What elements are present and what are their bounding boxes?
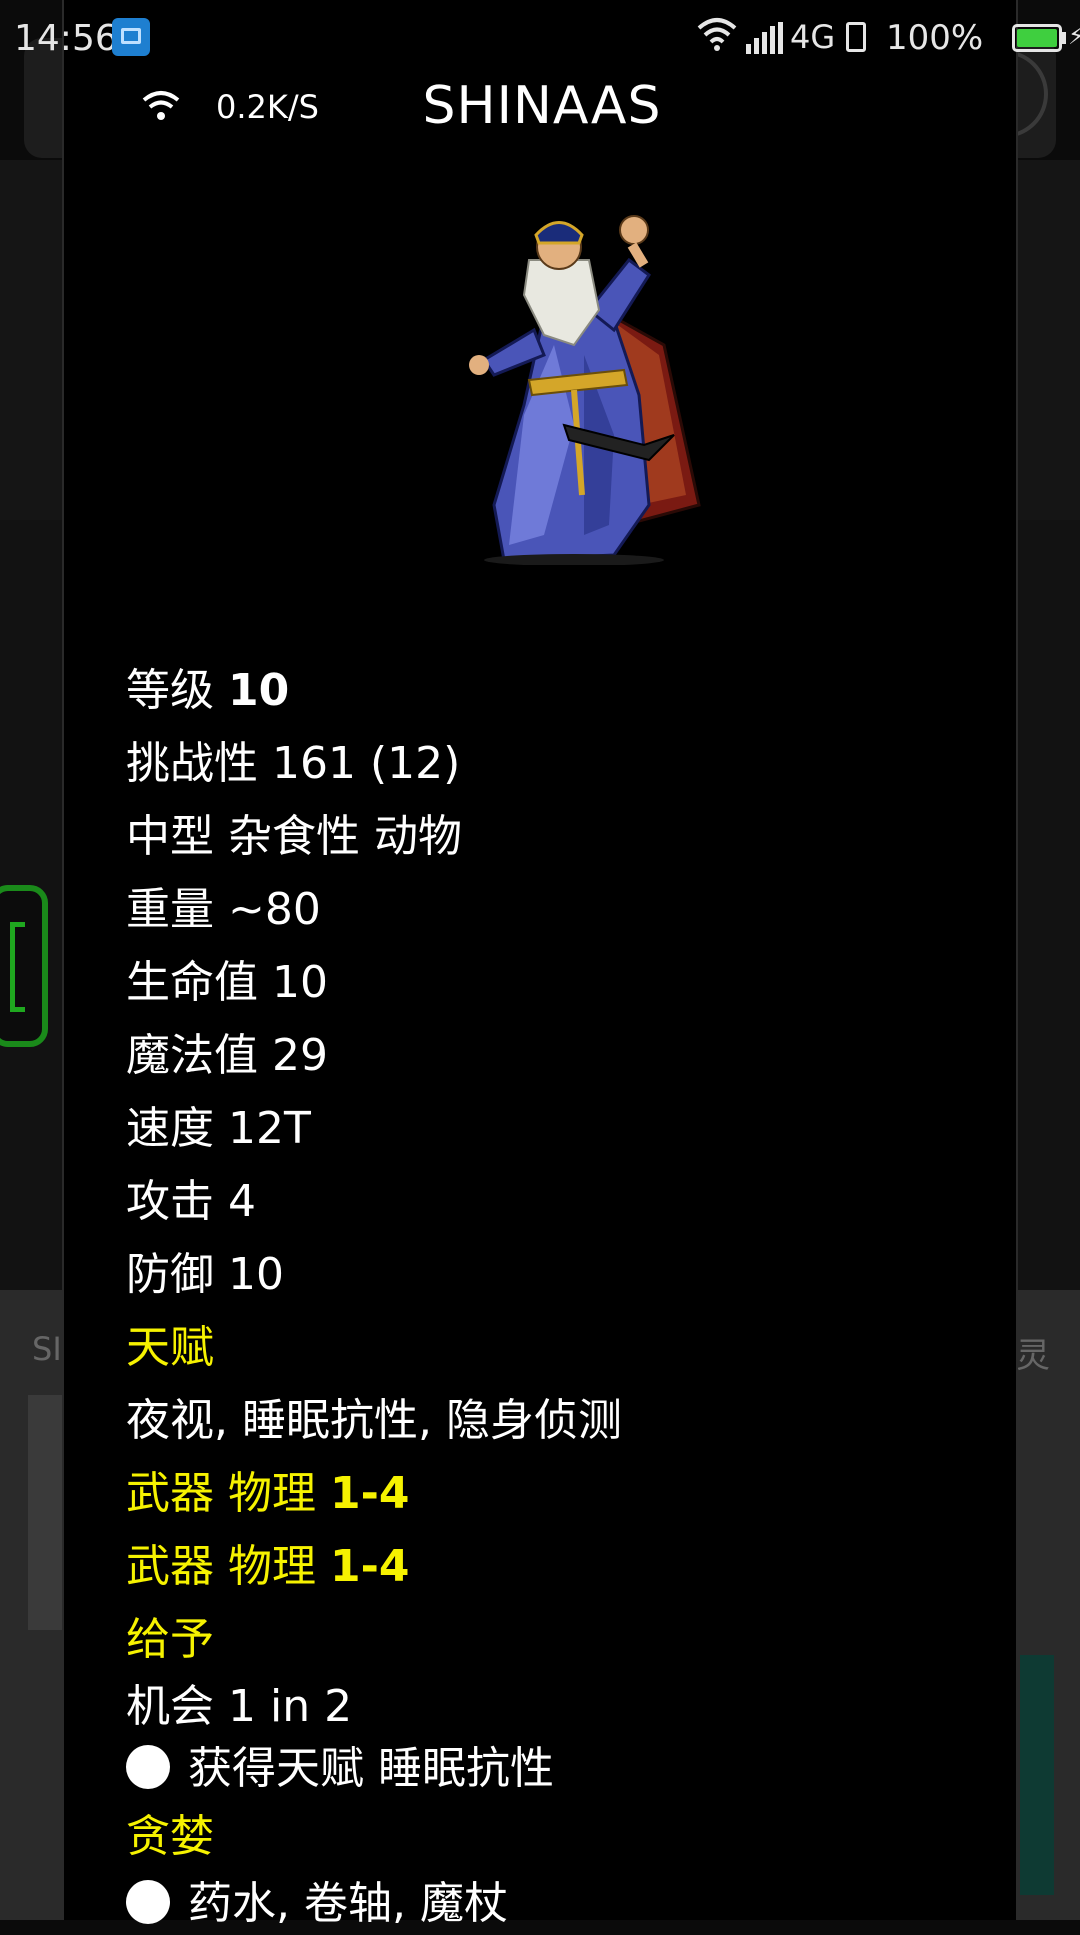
- status-bar: 14:56 4G 100% ⚡: [0, 0, 1080, 76]
- background-teal-button: [1020, 1655, 1054, 1895]
- defense-row: 防御 10: [126, 1249, 284, 1300]
- charging-icon: ⚡: [1068, 22, 1080, 50]
- battery-percent: 100%: [886, 18, 984, 58]
- challenge-row: 挑战性 161 (12): [126, 738, 461, 789]
- grants-heading: 给予: [126, 1614, 214, 1665]
- wizard-portrait-icon: [424, 205, 754, 569]
- signal-icon: [746, 22, 784, 58]
- hp-row: 生命值 10: [126, 957, 328, 1008]
- weapon-label: 武器 物理: [126, 1468, 316, 1519]
- weapon-damage: 1-4: [330, 1541, 410, 1592]
- level-value: 10: [228, 665, 290, 716]
- monster-stats: 等级 10 挑战性 161 (12) 中型 杂食性 动物 重量 ~80 生命值 …: [126, 654, 986, 1935]
- weapon-damage: 1-4: [330, 1468, 410, 1519]
- greed-heading: 贪婪: [126, 1811, 214, 1862]
- level-row: 等级 10: [126, 654, 986, 727]
- monster-info-dialog[interactable]: 0.2K/S SHINAAS 等级 10 挑战性 161 (12) 中型 杂食性…: [62, 0, 1018, 1929]
- size-diet-type-row: 中型 杂食性 动物: [126, 811, 462, 862]
- bullet-icon: [126, 1745, 170, 1789]
- grant-chance: 机会 1 in 2: [126, 1681, 353, 1732]
- bullet-icon: [126, 1880, 170, 1924]
- mp-row: 魔法值 29: [126, 1030, 328, 1081]
- wifi-icon: [696, 16, 738, 56]
- greed-item: 药水, 卷轴, 魔杖: [126, 1873, 986, 1935]
- background-label: SI: [32, 1330, 62, 1368]
- background-label: 灵: [1016, 1336, 1050, 1376]
- speed-row: 速度 12T: [126, 1103, 311, 1154]
- dialog-title: SHINAAS: [422, 76, 662, 136]
- network-type: 4G: [790, 18, 836, 56]
- weapon-label: 武器 物理: [126, 1541, 316, 1592]
- talents-heading: 天赋: [126, 1322, 214, 1373]
- attack-row: 攻击 4: [126, 1176, 256, 1227]
- status-time: 14:56: [14, 18, 118, 59]
- grant-item-text: 获得天赋 睡眠抗性: [188, 1743, 554, 1794]
- talents-list: 夜视, 睡眠抗性, 隐身侦测: [126, 1395, 622, 1446]
- sim-icon: [846, 22, 866, 52]
- screenshot-icon: [112, 18, 150, 56]
- level-label: 等级: [126, 665, 214, 716]
- weapon-row: 武器 物理 1-4: [126, 1457, 986, 1530]
- battery-icon: [1012, 24, 1062, 52]
- greed-item-text: 药水, 卷轴, 魔杖: [188, 1878, 508, 1929]
- weapon-row: 武器 物理 1-4: [126, 1530, 986, 1603]
- grant-item: 获得天赋 睡眠抗性: [126, 1738, 986, 1800]
- battery-cap: [1062, 32, 1066, 44]
- background-bracket-icon: [10, 922, 25, 1012]
- weight-row: 重量 ~80: [126, 884, 321, 935]
